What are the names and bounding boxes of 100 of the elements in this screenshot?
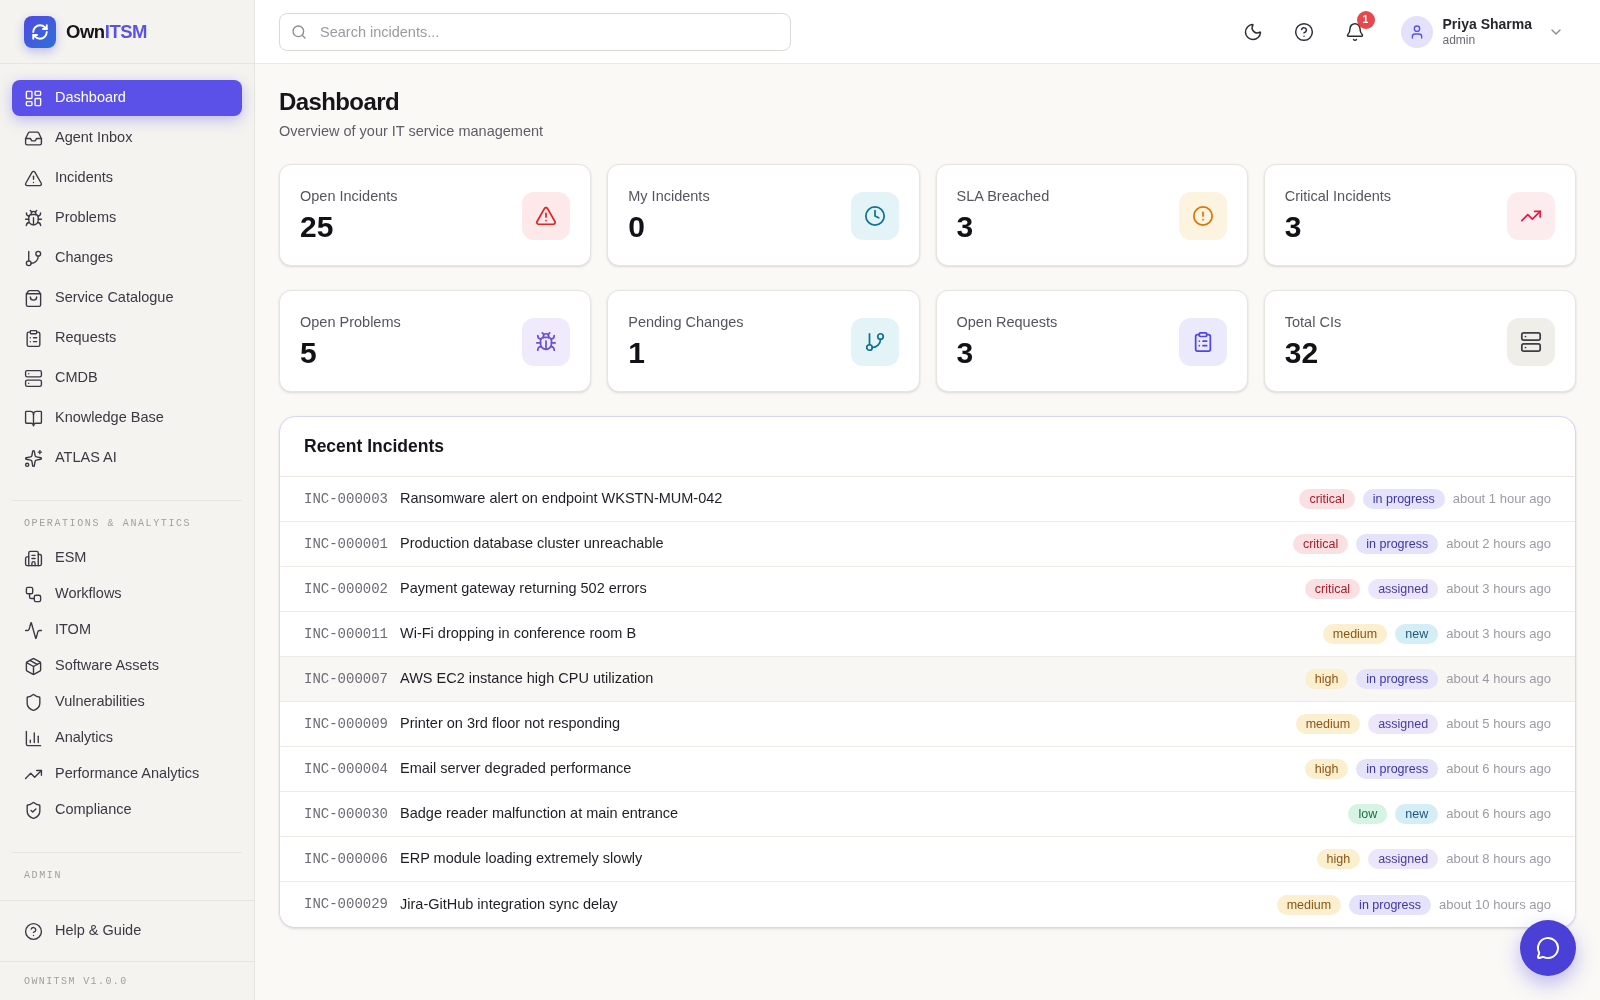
nav-item[interactable]: Changes: [12, 240, 242, 276]
user-menu[interactable]: Priya Sharma admin: [1400, 15, 1564, 48]
notifications-button[interactable]: 1: [1336, 13, 1373, 50]
priority-badge: critical: [1304, 579, 1361, 599]
search-field[interactable]: Search incidents...: [279, 12, 791, 51]
priority-badge: high: [1304, 669, 1349, 689]
warning-icon: [24, 168, 43, 188]
priority-badge: medium: [1276, 894, 1342, 915]
nav-item[interactable]: ITOM: [12, 612, 242, 648]
incident-title: Printer on 3rd floor not responding: [400, 714, 621, 734]
incident-id: INC-000007: [304, 669, 388, 689]
status-badge: assigned: [1368, 714, 1439, 734]
incident-row[interactable]: INC-000029 Jira-GitHub integration sync delay medium in progress about 10 hours ago: [280, 882, 1575, 927]
page-subtitle: Overview of your IT service management: [279, 122, 545, 140]
incident-title: Wi-Fi dropping in conference room B: [400, 624, 637, 644]
nav-item[interactable]: Service Catalogue: [12, 280, 242, 316]
nav-item[interactable]: Vulnerabilities: [12, 684, 242, 720]
incident-title: Payment gateway returning 502 errors: [400, 579, 647, 599]
help-icon: [1293, 21, 1314, 42]
package-icon: [24, 656, 43, 676]
status-badge: assigned: [1368, 849, 1439, 869]
incident-row[interactable]: INC-000030 Badge reader malfunction at main entrance low new about 6 hours ago: [280, 792, 1575, 837]
incident-time: about 6 hours ago: [1446, 760, 1551, 779]
stat-value: 5: [300, 335, 318, 371]
nav-item[interactable]: ESM: [12, 540, 242, 576]
incident-id: INC-000029: [304, 895, 388, 914]
section-heading: ADMIN: [23, 870, 63, 882]
incident-time: about 10 hours ago: [1438, 895, 1551, 914]
incident-row[interactable]: INC-000002 Payment gateway returning 502 errors critical assigned about 3 hours ago: [280, 567, 1575, 612]
stat-value: 3: [956, 335, 975, 371]
moon-icon: [1242, 21, 1263, 42]
status-badge: in progress: [1356, 669, 1439, 689]
incident-id: INC-000030: [304, 804, 388, 824]
stat-value: 3: [956, 209, 975, 245]
inbox-icon: [24, 128, 43, 148]
stat-label: Pending Changes: [628, 313, 744, 332]
status-badge: in progress: [1356, 759, 1439, 779]
stat-value: 1: [628, 335, 646, 371]
workflow-icon: [24, 584, 43, 604]
notification-badge: 1: [1356, 10, 1375, 29]
nav-item[interactable]: Knowledge Base: [12, 400, 242, 436]
server-icon: [24, 368, 43, 388]
incident-row[interactable]: INC-000009 Printer on 3rd floor not responding medium assigned about 5 hours ago: [280, 702, 1575, 747]
nav-item[interactable]: Analytics: [12, 720, 242, 756]
sparkle-icon: [24, 448, 43, 468]
nav-item[interactable]: ATLAS AI: [12, 440, 242, 476]
incident-row[interactable]: INC-000006 ERP module loading extremely slowly high assigned about 8 hours ago: [280, 837, 1575, 882]
priority-badge: medium: [1295, 714, 1361, 734]
dashboard-grid-icon: [24, 88, 43, 108]
brand-name: OwnITSM: [66, 19, 148, 44]
incident-id: INC-000009: [304, 714, 388, 734]
stat-label: Total CIs: [1284, 313, 1342, 332]
nav-item[interactable]: CMDB: [12, 360, 242, 396]
incident-title: Jira-GitHub integration sync delay: [400, 894, 618, 914]
incident-row[interactable]: INC-000004 Email server degraded performance high in progress about 6 hours ago: [280, 747, 1575, 792]
status-badge: new: [1395, 804, 1439, 824]
nav-item[interactable]: Incidents: [12, 160, 242, 196]
nav-item[interactable]: Requests: [12, 320, 242, 356]
status-badge: in progress: [1356, 534, 1439, 554]
priority-badge: high: [1304, 759, 1349, 779]
bell-icon: [1344, 21, 1365, 42]
incident-row[interactable]: INC-000001 Production database cluster unreachable critical in progress about 2 hours ago: [280, 522, 1575, 567]
incident-row[interactable]: INC-000011 Wi-Fi dropping in conference room B medium new about 3 hours ago: [280, 612, 1575, 657]
stat-label: SLA Breached: [956, 187, 1050, 206]
incident-row[interactable]: INC-000003 Ransomware alert on endpoint WKSTN-MUM-042 critical in progress about 1 hour ago: [280, 477, 1575, 522]
branch-icon: [24, 248, 43, 268]
nav-item[interactable]: Problems: [12, 200, 242, 236]
nav-item[interactable]: Dashboard: [12, 80, 242, 116]
building-icon: [24, 548, 43, 568]
incident-time: about 1 hour ago: [1452, 490, 1551, 509]
incident-time: about 5 hours ago: [1446, 715, 1551, 734]
stat-label: My Incidents: [628, 187, 710, 206]
priority-badge: low: [1348, 804, 1388, 824]
incident-title: Badge reader malfunction at main entrance: [400, 804, 679, 824]
stat-value: 32: [1284, 335, 1320, 371]
incident-time: about 2 hours ago: [1446, 535, 1551, 554]
incident-row[interactable]: INC-000007 AWS EC2 instance high CPU utilization high in progress about 4 hours ago: [280, 657, 1575, 702]
nav-item[interactable]: Software Assets: [12, 648, 242, 684]
incident-time: about 3 hours ago: [1446, 625, 1551, 644]
stat-value: 0: [628, 209, 646, 245]
bar-chart-icon: [24, 728, 43, 748]
chat-icon: [1536, 936, 1560, 960]
nav-item[interactable]: Performance Analytics: [12, 756, 242, 792]
incident-id: INC-000004: [304, 759, 388, 779]
nav-item[interactable]: Workflows: [12, 576, 242, 612]
incident-title: Ransomware alert on endpoint WKSTN-MUM-042: [400, 489, 723, 509]
priority-badge: critical: [1292, 534, 1349, 554]
incident-time: about 6 hours ago: [1446, 805, 1551, 824]
incident-title: ERP module loading extremely slowly: [400, 849, 643, 869]
search-icon: [291, 23, 307, 40]
avatar-icon: [1400, 15, 1433, 48]
status-badge: in progress: [1349, 894, 1431, 915]
status-badge: assigned: [1368, 579, 1439, 599]
chat-button[interactable]: [1520, 920, 1576, 976]
clipboard-icon: [24, 328, 43, 348]
nav-item[interactable]: Compliance: [12, 792, 242, 828]
nav-item[interactable]: Help & Guide: [12, 913, 242, 949]
incident-title: Email server degraded performance: [400, 759, 632, 779]
nav-item[interactable]: Agent Inbox: [12, 120, 242, 156]
stat-label: Critical Incidents: [1284, 187, 1392, 206]
